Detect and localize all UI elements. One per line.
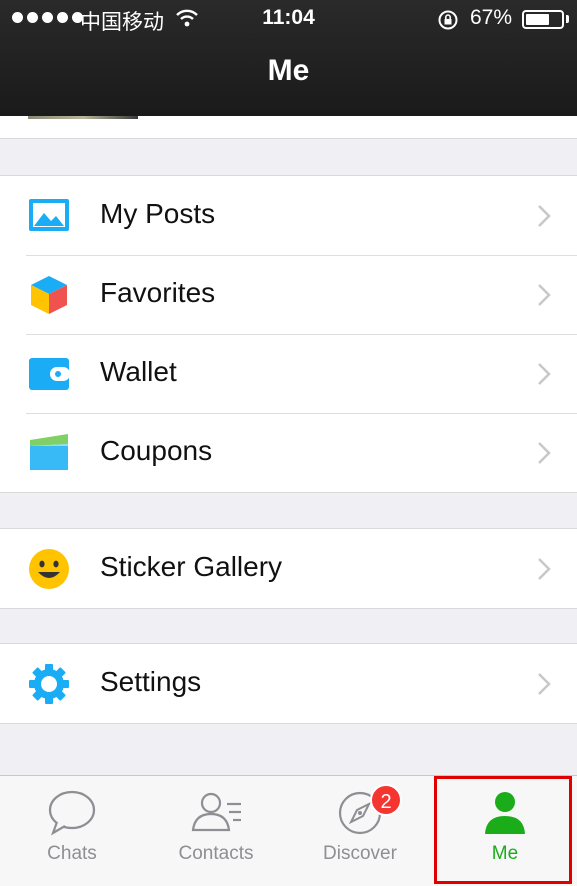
tab-label: Chats [47, 843, 97, 864]
battery-tip [566, 15, 569, 23]
top-bar: 中国移动 11:04 67% Me [0, 0, 577, 116]
highlight-annotation-box [434, 776, 572, 884]
status-bar: 中国移动 11:04 67% [0, 0, 577, 36]
menu-item-my-posts[interactable]: My Posts [0, 176, 577, 255]
contacts-icon [191, 792, 241, 832]
chevron-right-icon [538, 558, 551, 580]
photo-icon [29, 199, 69, 231]
wallet-icon [29, 358, 70, 390]
gear-icon [29, 664, 69, 704]
tab-label: Contacts [178, 843, 254, 864]
notification-badge: 2 [370, 784, 402, 816]
menu-group-settings: Settings [0, 643, 577, 724]
chevron-right-icon [538, 363, 551, 385]
menu-item-label: My Posts [100, 198, 216, 229]
chevron-right-icon [538, 673, 551, 695]
tab-contacts[interactable]: Contacts [144, 776, 288, 886]
favorites-cube-icon [31, 276, 67, 314]
chevron-right-icon [538, 205, 551, 227]
chevron-right-icon [538, 284, 551, 306]
menu-item-label: Coupons [100, 435, 213, 466]
menu-item-sticker-gallery[interactable]: Sticker Gallery [0, 529, 577, 608]
menu-item-label: Favorites [100, 277, 216, 308]
profile-card[interactable] [0, 116, 577, 139]
tab-label: Discover [323, 843, 397, 864]
rotation-lock-icon [438, 10, 458, 30]
menu-group-stickers: Sticker Gallery [0, 528, 577, 609]
menu-item-settings[interactable]: Settings [0, 644, 577, 723]
menu-item-label: Sticker Gallery [100, 551, 283, 582]
chat-bubble-icon [48, 790, 96, 836]
battery-icon [522, 10, 564, 29]
menu-item-label: Settings [100, 666, 202, 697]
battery-percent: 67% [470, 6, 513, 29]
menu-item-favorites[interactable]: Favorites [0, 255, 577, 334]
menu-item-coupons[interactable]: Coupons [0, 413, 577, 492]
menu-item-wallet[interactable]: Wallet [0, 334, 577, 413]
menu-item-label: Wallet [100, 356, 177, 387]
chevron-right-icon [538, 442, 551, 464]
tab-chats[interactable]: Chats [0, 776, 144, 886]
tab-discover[interactable]: 2 Discover [288, 776, 432, 886]
smiley-icon [29, 549, 69, 589]
menu-group-main: My Posts Favorites Wallet Coupons [0, 175, 577, 493]
page-title: Me [267, 54, 310, 87]
coupon-icon [30, 434, 68, 470]
avatar [28, 116, 138, 119]
